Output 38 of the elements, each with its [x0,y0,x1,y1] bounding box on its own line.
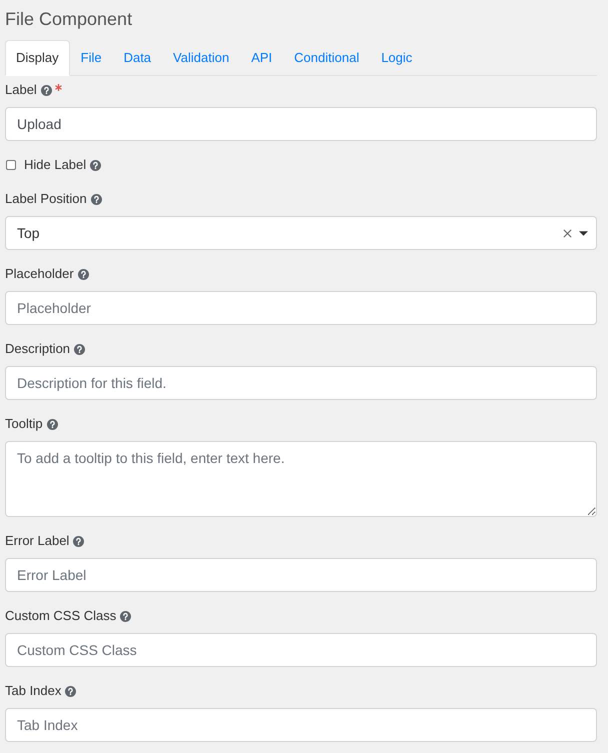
tab[interactable]: Data [112,40,162,76]
help-icon [65,686,76,696]
select-value: Top [17,224,41,243]
help-icon [90,194,102,204]
help-icon [90,160,102,170]
text-field[interactable]: Placeholder [5,291,597,325]
help-icon [120,610,132,622]
field-label: Error Label [5,532,70,550]
field-label: Tooltip [5,415,43,434]
field-label: Placeholder [5,265,74,284]
help-icon [74,344,86,354]
clear-icon[interactable] [563,228,572,238]
text-area[interactable]: To add a tooltip to this field, enter text here. [5,441,597,517]
field-label: Custom CSS Class [5,607,116,626]
help-icon [78,268,89,280]
tab[interactable]: Validation [162,40,240,76]
text-field[interactable]: Description for this field. [5,366,597,400]
caret-icon[interactable] [579,230,588,236]
text-field[interactable]: Error Label [5,558,597,592]
help-icon [73,536,84,546]
field-label: Label [5,81,37,100]
text-field[interactable]: Tab Index [5,708,597,742]
tab[interactable]: API [240,40,284,76]
text-field[interactable]: Custom CSS Class [5,633,597,667]
checkbox[interactable] [6,160,16,170]
checkbox-label: Hide Label [24,156,86,174]
field-label: Tab Index [5,682,62,700]
tab[interactable]: Logic [370,40,424,76]
tab[interactable]: Conditional [283,40,370,76]
help-icon [46,418,58,430]
field-label: Label Position [5,190,87,208]
select-field[interactable]: Top [5,216,597,250]
field-label: Description [5,340,70,358]
panel-title: File Component [5,8,134,31]
tab[interactable]: File [70,40,113,76]
text-field[interactable]: Upload [5,107,597,141]
help-icon [40,84,52,96]
tab[interactable]: Display [5,40,70,76]
